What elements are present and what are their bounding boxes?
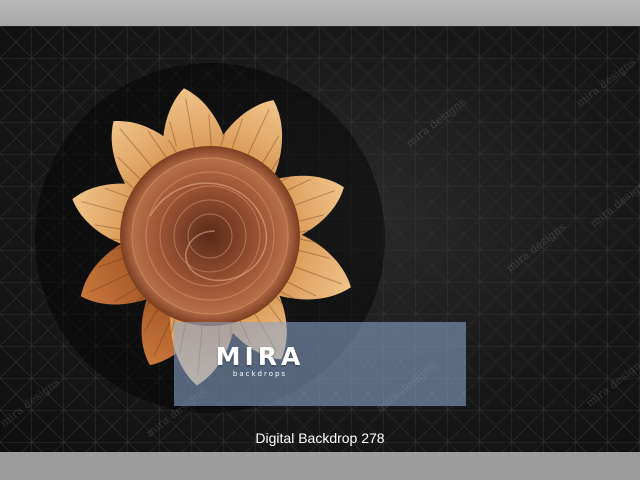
backdrop-image: mira designs mira designs mira designs m… xyxy=(0,26,640,452)
logo-tagline: backdrops xyxy=(232,370,288,378)
logo-name: MIRA xyxy=(215,342,305,371)
logo-overlay: MIRA backdrops xyxy=(174,322,466,406)
product-caption: Digital Backdrop 278 xyxy=(255,430,385,446)
bottom-frame xyxy=(0,452,640,480)
top-frame xyxy=(0,0,640,26)
